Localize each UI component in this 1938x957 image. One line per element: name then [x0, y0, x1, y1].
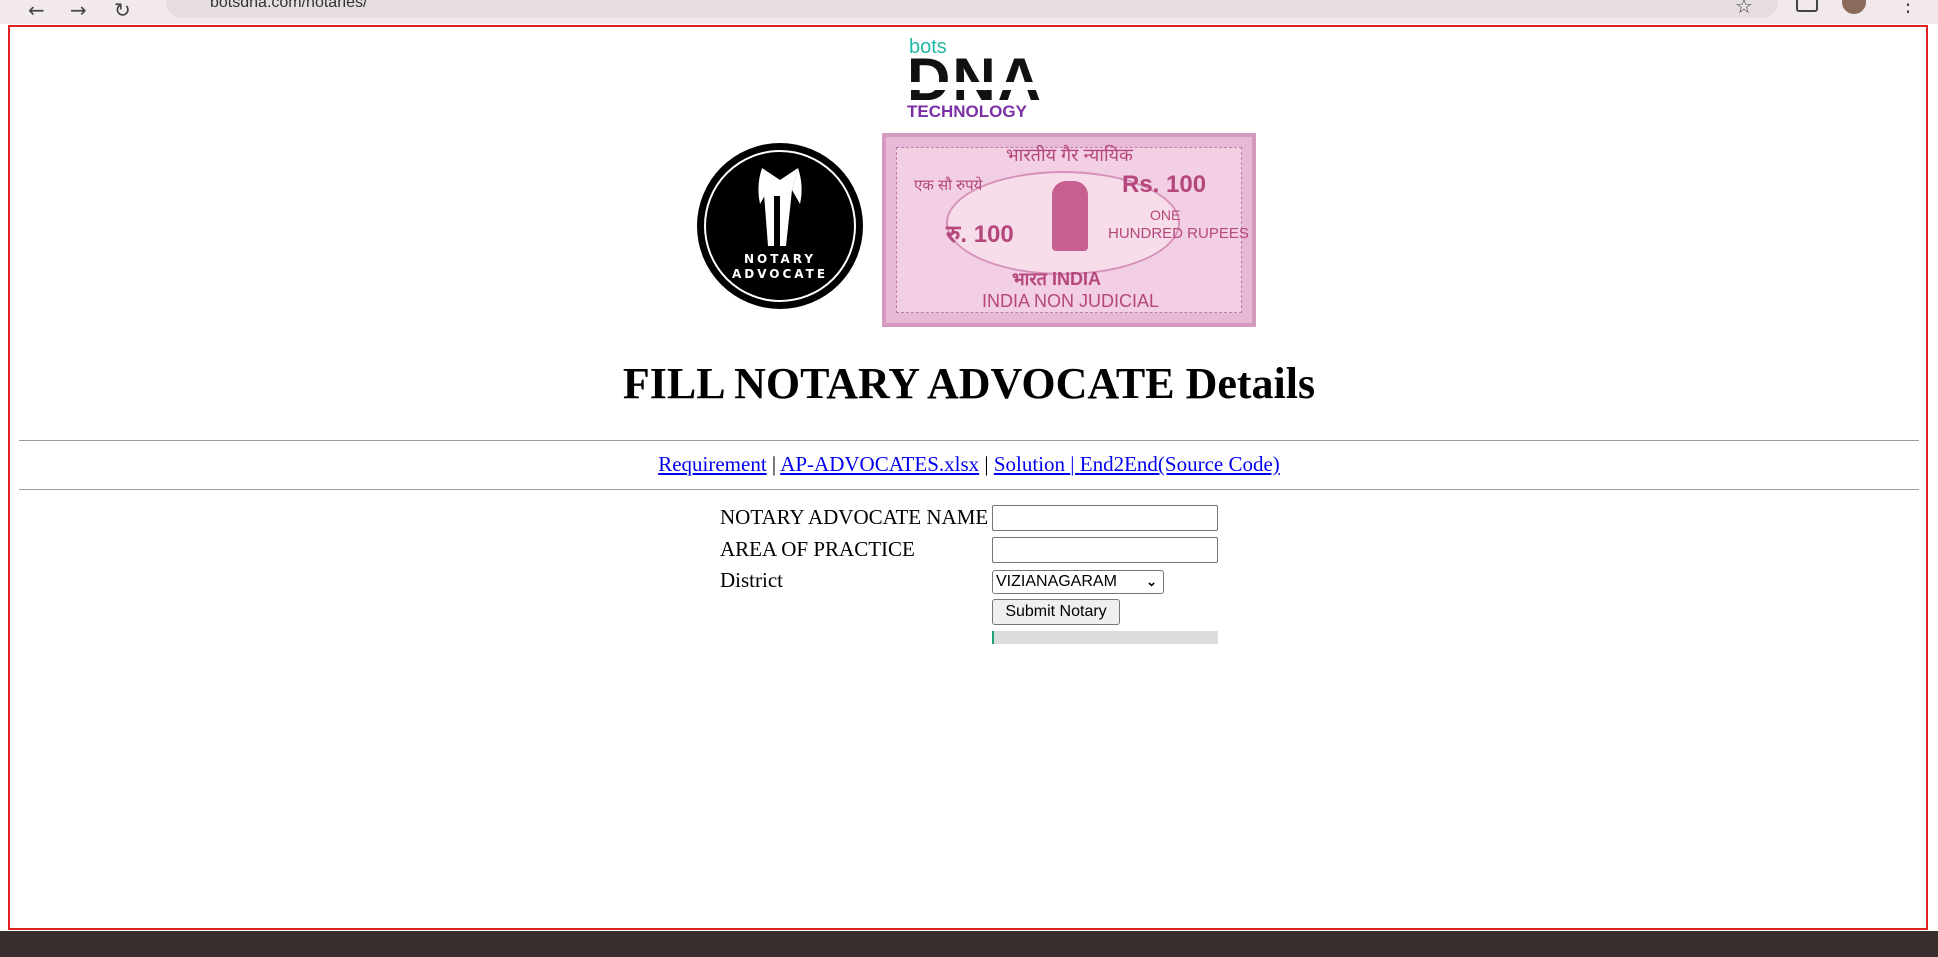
- solution-link[interactable]: Solution |: [994, 452, 1080, 476]
- link-separator: |: [1070, 452, 1080, 476]
- browser-chrome: ← → ↻ botsdna.com/notaries/ ☆ ⋮: [0, 0, 1938, 24]
- stamp-one: ONE: [1150, 207, 1181, 223]
- district-selected-value: VIZIANAGARAM: [996, 573, 1117, 590]
- requirement-link[interactable]: Requirement: [658, 452, 766, 476]
- back-icon[interactable]: ←: [28, 0, 45, 22]
- stamp-bharat-india: भारत INDIA: [1012, 269, 1101, 289]
- browser-menu-icon[interactable]: ⋮: [1898, 0, 1918, 16]
- stamp-hindi-top: भारतीय गैर न्यायिक: [1006, 145, 1133, 165]
- area-label: AREA OF PRACTICE: [720, 537, 915, 561]
- link-separator: |: [979, 452, 994, 476]
- logo-dna-text: DNA: [907, 46, 1043, 113]
- link-bar: Requirement | AP-ADVOCATES.xlsx | Soluti…: [0, 452, 1938, 477]
- botsdna-logo: bots DNA TECHNOLOGY: [907, 36, 1041, 124]
- advocate-band-icon: [758, 168, 802, 246]
- page-title: FILL NOTARY ADVOCATE Details: [622, 359, 1316, 408]
- badge-line2: ADVOCATE: [731, 267, 829, 281]
- name-label: NOTARY ADVOCATE NAME: [720, 505, 989, 529]
- divider-top: [19, 440, 1919, 441]
- progress-bar: [992, 631, 1218, 644]
- reload-icon[interactable]: ↻: [114, 0, 131, 22]
- link-separator: |: [766, 452, 781, 476]
- stamp-paper-image: भारतीय गैर न्यायिक एक सौ रुपये Rs. 100 र…: [882, 133, 1256, 327]
- district-select[interactable]: VIZIANAGARAM ⌄: [992, 570, 1164, 594]
- logo-stripe: [907, 82, 1037, 90]
- forward-icon[interactable]: →: [70, 0, 87, 22]
- extensions-icon[interactable]: [1796, 0, 1818, 12]
- bookmark-star-icon[interactable]: ☆: [1735, 0, 1753, 18]
- stamp-non-judicial: INDIA NON JUDICIAL: [982, 291, 1160, 311]
- stamp-ru-value: रु. 100: [946, 221, 1014, 248]
- stamp-rs-value: Rs. 100: [1122, 171, 1207, 198]
- area-of-practice-input[interactable]: [992, 537, 1218, 563]
- badge-line1: NOTARY: [743, 252, 817, 266]
- stamp-hundred-rupees: HUNDRED RUPEES: [1108, 225, 1249, 242]
- district-label: District: [720, 568, 783, 592]
- notary-advocate-badge: NOTARY ADVOCATE: [700, 146, 860, 306]
- national-emblem-icon: [1052, 181, 1088, 251]
- solution-link-text: Solution: [993, 452, 1071, 476]
- end2end-link[interactable]: End2End(Source Code): [1080, 452, 1280, 476]
- divider-bottom: [19, 489, 1919, 490]
- logo-technology-text: TECHNOLOGY: [907, 102, 1027, 121]
- progress-fill: [992, 631, 995, 644]
- submit-notary-button[interactable]: Submit Notary: [992, 599, 1120, 625]
- chevron-down-icon: ⌄: [1146, 574, 1157, 589]
- ap-advocates-link[interactable]: AP-ADVOCATES.xlsx: [780, 452, 979, 476]
- stamp-hindi-left: एक सौ रुपये: [914, 177, 983, 194]
- taskbar-strip: [0, 931, 1938, 957]
- address-bar[interactable]: botsdna.com/notaries/: [166, 0, 1778, 18]
- address-url: botsdna.com/notaries/: [210, 0, 368, 11]
- notary-name-input[interactable]: [992, 505, 1218, 531]
- profile-avatar[interactable]: [1842, 0, 1866, 14]
